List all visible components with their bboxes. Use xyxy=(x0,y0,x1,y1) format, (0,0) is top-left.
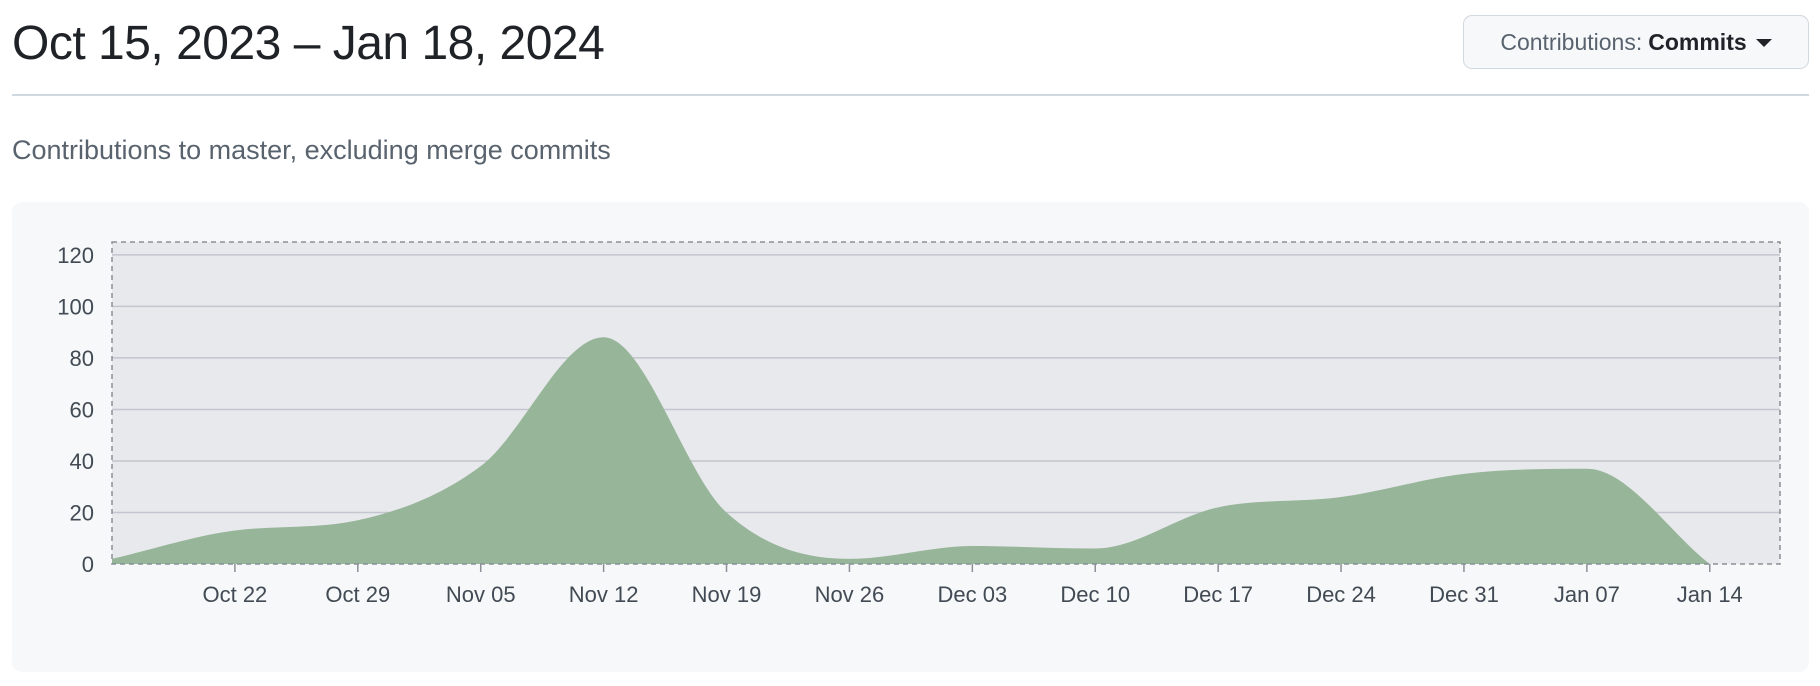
y-tick-label: 60 xyxy=(70,397,94,422)
y-tick-label: 80 xyxy=(70,346,94,371)
x-tick-label: Nov 05 xyxy=(446,582,516,607)
page: Oct 15, 2023 – Jan 18, 2024 Contribution… xyxy=(0,0,1820,686)
y-tick-label: 100 xyxy=(57,294,94,319)
x-tick-label: Dec 31 xyxy=(1429,582,1499,607)
chart-subtitle: Contributions to master, excluding merge… xyxy=(12,135,611,165)
date-range-title: Oct 15, 2023 – Jan 18, 2024 xyxy=(12,17,605,70)
x-tick-label: Jan 14 xyxy=(1677,582,1743,607)
header: Oct 15, 2023 – Jan 18, 2024 Contribution… xyxy=(12,0,1809,96)
x-tick-label: Dec 03 xyxy=(937,582,1007,607)
dropdown-label: Contributions: xyxy=(1500,28,1643,55)
x-tick-label: Jan 07 xyxy=(1554,582,1620,607)
x-axis: Oct 22 Oct 29 Nov 05 Nov 12 Nov 19 Nov 26 Dec … xyxy=(202,564,1743,607)
contributions-chart: 0 20 40 60 80 100 120 Oct 22 Oct 29 Nov 05 Nov 12… xyxy=(57,241,1781,607)
contributions-dropdown[interactable]: Contributions: Commits xyxy=(1463,15,1809,69)
x-tick-label: Dec 17 xyxy=(1183,582,1253,607)
chart-panel: 0 20 40 60 80 100 120 Oct 22 Oct 29 Nov 05 Nov 12… xyxy=(12,202,1809,672)
y-tick-label: 20 xyxy=(70,500,94,525)
x-tick-label: Nov 26 xyxy=(815,582,885,607)
x-tick-label: Nov 19 xyxy=(692,582,762,607)
caret-down-icon xyxy=(1755,39,1772,47)
x-tick-label: Oct 22 xyxy=(202,582,267,607)
dropdown-value: Commits xyxy=(1648,28,1747,55)
y-tick-label: 120 xyxy=(57,243,94,268)
y-tick-label: 0 xyxy=(82,552,94,577)
x-tick-label: Dec 10 xyxy=(1060,582,1130,607)
y-tick-label: 40 xyxy=(70,449,94,474)
x-tick-label: Oct 29 xyxy=(325,582,390,607)
x-tick-label: Nov 12 xyxy=(569,582,639,607)
x-tick-label: Dec 24 xyxy=(1306,582,1376,607)
y-axis: 0 20 40 60 80 100 120 xyxy=(57,243,94,577)
